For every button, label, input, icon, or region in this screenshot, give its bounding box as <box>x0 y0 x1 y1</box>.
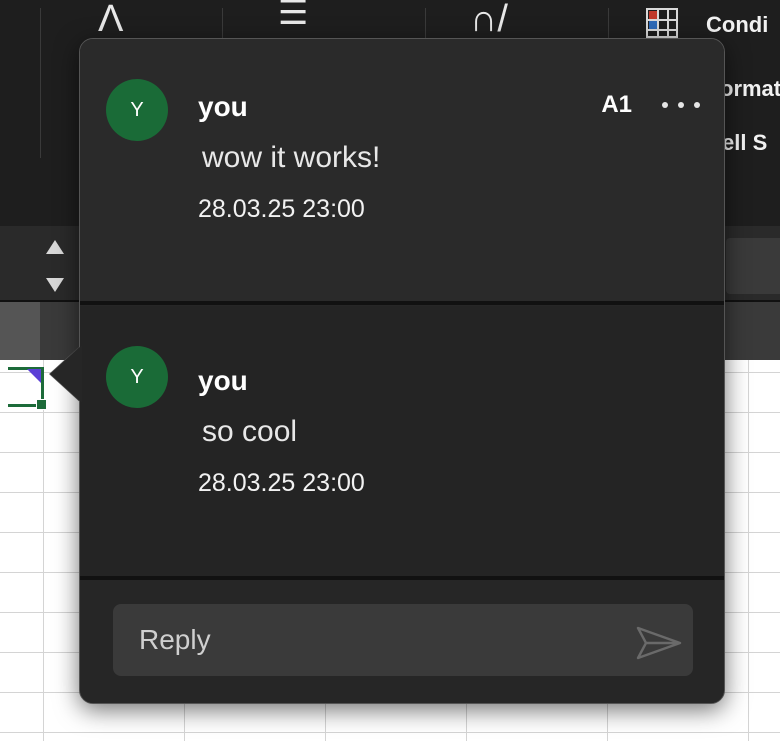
comment-timestamp: 28.03.25 23:00 <box>198 195 365 223</box>
comment-thread-item: Y you so cool 28.03.25 23:00 <box>80 306 724 576</box>
column-header-a[interactable] <box>0 302 40 360</box>
comment-thread-item: Y you A1 wow it works! 28.03.25 23:00 <box>80 39 724 301</box>
conditional-formatting-icon[interactable] <box>646 8 678 38</box>
font-size-icon[interactable]: Λ <box>98 0 123 38</box>
stepper-down-icon[interactable] <box>46 278 64 292</box>
align-center-icon[interactable]: ☰ <box>278 0 308 32</box>
comment-text: wow it works! <box>202 141 381 174</box>
comment-author: you <box>198 365 248 396</box>
cell-reference[interactable]: A1 <box>601 91 632 119</box>
reply-input[interactable] <box>113 604 693 676</box>
name-box-stepper[interactable] <box>40 240 70 292</box>
ellipsis-icon <box>678 102 684 108</box>
excel-window: Λ ☰ ∩/ Condi ormat ell S Y you A1 wow it… <box>0 0 780 741</box>
ellipsis-icon <box>694 102 700 108</box>
formula-input[interactable] <box>726 238 780 294</box>
comment-timestamp: 28.03.25 23:00 <box>198 469 365 497</box>
cell-styles-label[interactable]: ell S <box>722 130 767 156</box>
thread-divider <box>80 301 724 305</box>
format-as-table-label[interactable]: ormat <box>720 76 780 102</box>
comment-author: you <box>198 91 248 122</box>
ribbon-separator <box>40 8 41 158</box>
send-icon[interactable] <box>634 624 684 662</box>
stepper-up-icon[interactable] <box>46 240 64 254</box>
avatar: Y <box>106 346 168 408</box>
reply-area <box>80 580 724 703</box>
conditional-formatting-label[interactable]: Condi <box>706 12 768 38</box>
comment-indicator-icon[interactable] <box>27 369 41 383</box>
more-options-button[interactable] <box>656 91 706 119</box>
number-format-icon[interactable]: ∩/ <box>470 0 508 38</box>
comment-popover: Y you A1 wow it works! 28.03.25 23:00 Y … <box>79 38 725 704</box>
avatar: Y <box>106 79 168 141</box>
ellipsis-icon <box>662 102 668 108</box>
comment-text: so cool <box>202 415 298 448</box>
